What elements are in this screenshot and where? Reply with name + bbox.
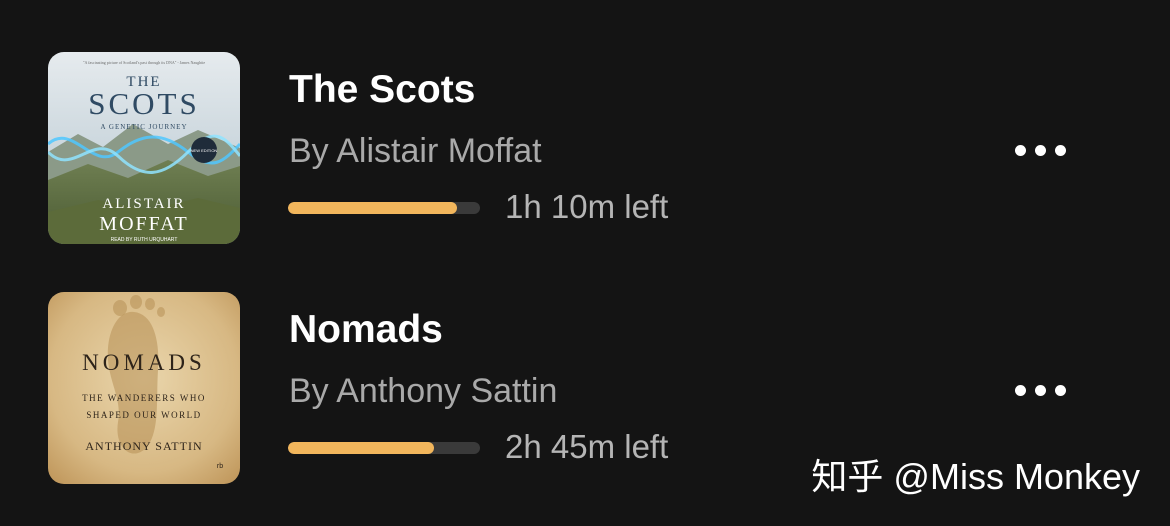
cover-subtitle-2: SHAPED OUR WORLD <box>86 410 201 420</box>
cover-author-first: ALISTAIR <box>102 196 185 212</box>
book-title: Nomads <box>289 308 443 351</box>
cover-title: NOMADS <box>82 350 206 375</box>
book-cover-nomads[interactable]: NOMADS THE WANDERERS WHO SHAPED OUR WORL… <box>48 292 240 484</box>
cover-subtitle-1: THE WANDERERS WHO <box>82 393 206 403</box>
book-list-item[interactable]: "A fascinating picture of Scotland's pas… <box>0 50 1170 250</box>
more-dot-icon <box>1014 144 1026 156</box>
cover-quote: "A fascinating picture of Scotland's pas… <box>83 60 206 65</box>
more-dot-icon <box>1034 384 1046 396</box>
cover-author: ANTHONY SATTIN <box>85 439 202 453</box>
cover-author-last: MOFFAT <box>99 213 188 235</box>
more-options-button[interactable] <box>1004 130 1076 170</box>
cover-subtitle: A GENETIC JOURNEY <box>101 123 188 131</box>
book-author: By Anthony Sattin <box>289 372 558 410</box>
cover-narrator: READ BY RUTH URQUHART <box>111 237 178 243</box>
time-left: 2h 45m left <box>505 428 669 465</box>
more-options-button[interactable] <box>1004 370 1076 410</box>
progress-fill <box>288 442 434 454</box>
progress-bar <box>288 442 480 454</box>
book-title: The Scots <box>289 68 476 111</box>
book-cover-the-scots[interactable]: "A fascinating picture of Scotland's pas… <box>48 52 240 244</box>
progress-bar <box>288 202 480 214</box>
watermark: 知乎 @Miss Monkey <box>811 456 1140 497</box>
cover-title: SCOTS <box>88 86 199 121</box>
more-dot-icon <box>1054 384 1066 396</box>
more-dot-icon <box>1034 144 1046 156</box>
book-author: By Alistair Moffat <box>289 132 542 170</box>
more-dot-icon <box>1054 144 1066 156</box>
time-left: 1h 10m left <box>505 188 669 225</box>
progress-fill <box>288 202 457 214</box>
cover-publisher: rb <box>217 463 223 470</box>
more-dot-icon <box>1014 384 1026 396</box>
cover-badge: NEW EDITION <box>191 148 218 153</box>
